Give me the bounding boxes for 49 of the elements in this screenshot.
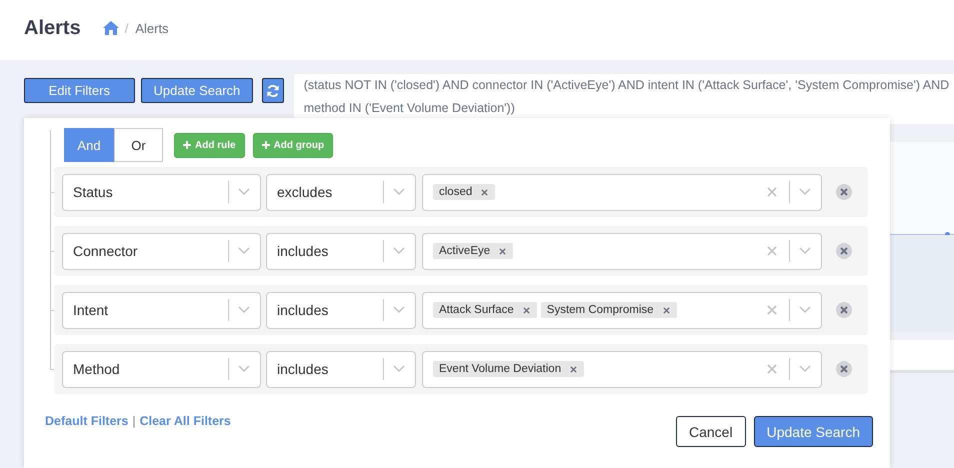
operator-select[interactable]: excludes bbox=[266, 174, 416, 210]
tree-branch-line bbox=[50, 310, 54, 311]
field-select[interactable]: Status bbox=[62, 174, 261, 210]
chevron-down-icon bbox=[799, 306, 811, 314]
tree-branch-line bbox=[50, 251, 54, 252]
breadcrumb-item: Alerts bbox=[135, 20, 169, 36]
plus-icon bbox=[183, 141, 191, 149]
chevron-down-icon bbox=[238, 188, 250, 196]
chevron-down-icon bbox=[799, 365, 811, 373]
home-icon[interactable] bbox=[102, 21, 119, 35]
page-title: Alerts bbox=[24, 16, 81, 40]
link-separator: | bbox=[132, 414, 136, 430]
refresh-button[interactable] bbox=[262, 78, 284, 103]
value-tag: System Compromise bbox=[540, 302, 677, 318]
chevron-down-icon bbox=[799, 188, 811, 196]
remove-tag-icon[interactable] bbox=[570, 366, 578, 372]
combinator-toggle[interactable]: Or bbox=[114, 128, 163, 162]
operator-select[interactable]: includes bbox=[266, 350, 416, 388]
chevron-down-icon bbox=[393, 306, 405, 314]
field-select[interactable]: Intent bbox=[62, 292, 261, 328]
value-tag: Event Volume Deviation bbox=[433, 361, 584, 377]
chevron-down-icon bbox=[393, 247, 405, 255]
value-multiselect[interactable]: closed bbox=[422, 174, 822, 210]
chevron-down-icon bbox=[799, 247, 811, 255]
operator-select[interactable]: includes bbox=[266, 232, 416, 270]
chevron-down-icon bbox=[238, 365, 250, 373]
remove-tag-icon[interactable] bbox=[499, 248, 506, 254]
breadcrumb-separator: / bbox=[124, 20, 128, 36]
tree-branch-line bbox=[50, 192, 54, 193]
cancel-button[interactable]: Cancel bbox=[676, 416, 746, 447]
refresh-icon bbox=[266, 84, 280, 98]
value-multiselect[interactable]: ActiveEye bbox=[422, 232, 822, 270]
chevron-down-icon bbox=[238, 306, 250, 314]
chevron-down-icon bbox=[238, 247, 250, 255]
remove-tag-icon[interactable] bbox=[481, 188, 488, 196]
remove-tag-icon[interactable] bbox=[522, 306, 530, 314]
value-tag: ActiveEye bbox=[433, 243, 514, 259]
chevron-down-icon bbox=[393, 188, 405, 196]
operator-select[interactable]: includes bbox=[266, 292, 416, 328]
value-multiselect[interactable]: Attack Surface System Compromise bbox=[422, 292, 822, 328]
field-select[interactable]: Connector bbox=[62, 232, 261, 270]
plus-icon bbox=[262, 141, 270, 149]
chevron-down-icon bbox=[393, 365, 405, 373]
value-tag: Attack Surface bbox=[433, 302, 537, 318]
field-select[interactable]: Method bbox=[62, 350, 261, 388]
remove-tag-icon[interactable] bbox=[662, 306, 670, 314]
value-tag: closed bbox=[433, 184, 496, 200]
tree-branch-line bbox=[50, 369, 54, 370]
value-multiselect[interactable]: Event Volume Deviation bbox=[422, 350, 822, 388]
